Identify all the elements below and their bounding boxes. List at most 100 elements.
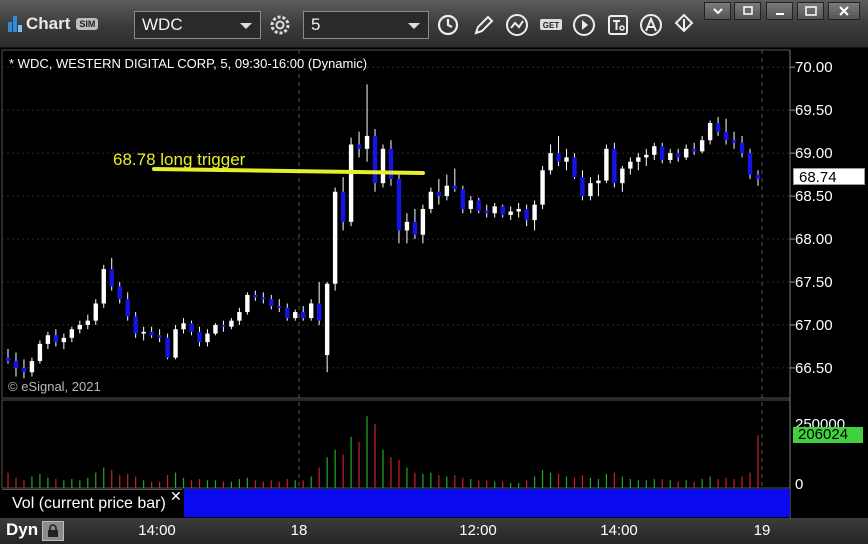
candle-body — [492, 206, 497, 214]
candle-body — [93, 303, 98, 321]
candle-body — [125, 299, 130, 317]
x-tick-label: 19 — [753, 522, 771, 539]
candle-body — [69, 329, 75, 338]
candle-body — [213, 324, 218, 334]
price-tick-label: 69.50 — [795, 102, 833, 119]
candle-body — [755, 174, 761, 179]
candle-body — [277, 306, 282, 308]
candle-body — [173, 329, 178, 358]
candle-body — [404, 221, 410, 231]
volume-study-label[interactable]: Vol (current price bar) — [2, 489, 182, 517]
candle-body — [723, 131, 729, 141]
price-tick-label: 68.00 — [795, 231, 833, 248]
candle-body — [580, 177, 585, 197]
candle-body — [444, 185, 450, 197]
candle-body — [500, 206, 505, 215]
candle-body — [229, 320, 234, 327]
price-chart[interactable]: 70.00 69.50 69.00 68.50 68.00 67.50 67.00 66.50… — [0, 0, 868, 518]
candle-body — [540, 170, 545, 205]
candle-body — [165, 337, 170, 358]
candle-body — [364, 135, 370, 149]
candle-body — [636, 157, 641, 162]
lock-button[interactable] — [42, 521, 64, 541]
candle-body — [53, 335, 59, 343]
candle-body — [332, 191, 338, 284]
candle-body — [428, 191, 434, 209]
price-tick-label: 67.00 — [795, 317, 833, 334]
candle-body — [197, 331, 202, 343]
candle-body — [181, 323, 186, 330]
candle-body — [133, 316, 138, 334]
candle-body — [157, 335, 162, 338]
candle-body — [548, 153, 553, 171]
candle-body — [269, 299, 274, 307]
price-pane-frame — [1, 49, 791, 399]
candle-body — [141, 331, 146, 334]
candle-body — [707, 123, 713, 141]
candle-body — [683, 148, 689, 158]
candle-body — [516, 208, 521, 212]
copyright-label: © eSignal, 2021 — [8, 379, 101, 394]
candle-body — [468, 200, 473, 209]
candle-body — [412, 221, 418, 235]
candle-body — [396, 178, 402, 231]
candle-body — [5, 357, 11, 362]
candle-body — [308, 303, 314, 319]
candle-body — [85, 320, 90, 325]
candle-body — [356, 144, 362, 149]
candle-body — [324, 283, 330, 356]
candle-body — [149, 331, 154, 336]
candle-body — [301, 312, 306, 319]
candle-body — [45, 335, 51, 344]
candle-body — [372, 135, 378, 184]
candle-body — [237, 312, 242, 321]
candle-body — [189, 323, 194, 332]
candle-body — [572, 157, 577, 178]
price-tick-label: 68.50 — [795, 188, 833, 205]
candle-body — [293, 312, 298, 319]
chart-header: * WDC, WESTERN DIGITAL CORP, 5, 09:30-16… — [9, 56, 368, 71]
candle-body — [29, 361, 35, 373]
dynamic-mode-label[interactable]: Dyn — [6, 520, 38, 540]
candle-body — [715, 123, 721, 132]
candle-body — [13, 361, 19, 368]
candle-body — [676, 153, 681, 158]
candle-body — [668, 153, 673, 160]
time-axis: Dyn 14:00 18 12:00 14:00 19 — [0, 518, 868, 544]
candle-body — [261, 297, 266, 300]
candle-body — [660, 146, 665, 160]
candle-body — [221, 324, 226, 327]
candle-body — [699, 140, 705, 152]
candle-body — [691, 148, 697, 152]
candle-body — [348, 144, 354, 222]
lock-icon — [48, 524, 58, 537]
trigger-annotation[interactable]: 68.78 long trigger — [113, 150, 245, 170]
candle-body — [245, 294, 250, 313]
candle-body — [532, 204, 537, 221]
candle-body — [731, 140, 737, 143]
candle-body — [340, 191, 346, 222]
candle-body — [556, 153, 561, 162]
price-tick-label: 70.00 — [795, 59, 833, 76]
candle-body — [77, 324, 83, 330]
x-tick-label: 14:00 — [600, 522, 638, 539]
price-tick-label: 67.50 — [795, 274, 833, 291]
candle-body — [436, 191, 442, 197]
x-tick-label: 14:00 — [138, 522, 176, 539]
candle-body — [285, 307, 290, 319]
candle-body — [747, 153, 753, 175]
candle-body — [476, 200, 481, 211]
candle-body — [628, 161, 633, 169]
candle-body — [460, 189, 465, 209]
candle-body — [596, 180, 601, 184]
candle-body — [109, 269, 114, 287]
volume-study-bar — [184, 489, 790, 517]
candle-body — [61, 337, 67, 343]
close-icon[interactable]: ✕ — [170, 488, 182, 505]
last-volume-badge: 206024 — [793, 427, 863, 443]
volume-pane-frame — [1, 399, 791, 489]
candle-body — [452, 185, 458, 190]
volume-tick-label: 0 — [795, 476, 803, 493]
candle-body — [253, 294, 258, 298]
candle-body — [524, 208, 529, 221]
